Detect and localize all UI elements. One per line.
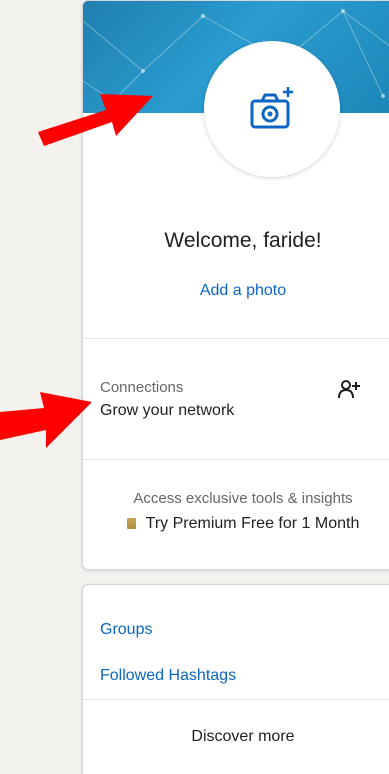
links-card: Groups Followed Hashtags Discover more <box>82 584 389 774</box>
discover-more-button[interactable]: Discover more <box>83 700 389 770</box>
annotation-arrow-avatar <box>38 94 153 146</box>
premium-badge-icon <box>126 518 136 529</box>
premium-cta-label: Try Premium Free for 1 Month <box>145 515 360 532</box>
page: Welcome, faride! Add a photo Connections… <box>0 0 389 774</box>
annotation-arrow-network <box>0 392 92 448</box>
grow-network-label: Grow your network <box>100 402 235 419</box>
premium-section[interactable]: Access exclusive tools & insights Try Pr… <box>83 460 389 568</box>
groups-link[interactable]: Groups <box>100 621 152 639</box>
followed-hashtags-link[interactable]: Followed Hashtags <box>100 667 236 685</box>
welcome-heading: Welcome, faride! <box>164 229 322 252</box>
add-connection-icon[interactable] <box>338 379 360 399</box>
connections-section[interactable]: Connections Grow your network <box>83 339 389 459</box>
camera-add-icon <box>250 87 293 129</box>
discover-more-label: Discover more <box>191 728 295 745</box>
premium-cta: Try Premium Free for 1 Month <box>83 515 389 533</box>
premium-caption: Access exclusive tools & insights <box>133 490 353 507</box>
connections-label: Connections <box>100 379 184 396</box>
add-photo-avatar[interactable] <box>204 41 340 177</box>
add-photo-link[interactable]: Add a photo <box>83 282 389 300</box>
